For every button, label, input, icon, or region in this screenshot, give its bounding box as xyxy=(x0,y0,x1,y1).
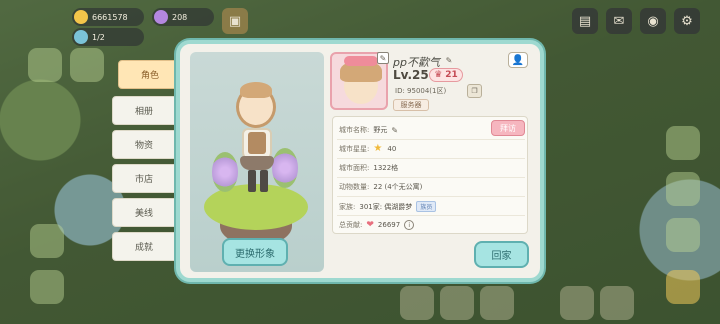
coin-icon xyxy=(74,10,88,24)
edit-city-name-icon[interactable]: ✎ xyxy=(391,126,398,135)
tab-character[interactable]: 角色 xyxy=(118,60,182,89)
tools-icon[interactable] xyxy=(30,224,64,258)
chest-button[interactable]: ▣ xyxy=(222,8,248,34)
divider xyxy=(337,177,525,178)
divider xyxy=(337,196,525,197)
city-name-label: 城市名称: xyxy=(339,126,370,134)
stamina-value: 1/2 xyxy=(92,32,105,42)
tab-label: 角色 xyxy=(140,71,159,81)
contribution-row: 总贡献: ❤ 26697 i xyxy=(339,219,415,230)
camera-icon[interactable]: ◉ xyxy=(640,8,666,34)
dock-icon[interactable] xyxy=(440,286,474,320)
star-icon: ★ xyxy=(373,143,383,154)
tab-achievements[interactable]: 成就 xyxy=(112,232,176,261)
family-value: 301家: 偶湖爵梦 xyxy=(359,202,413,211)
portrait-bow xyxy=(344,56,378,66)
coin-counter: 6661578 xyxy=(72,8,144,26)
avatar-hair xyxy=(240,82,272,98)
right-menu-icon[interactable] xyxy=(666,270,700,304)
heart-icon: ❤ xyxy=(366,219,374,230)
dock-icon[interactable] xyxy=(560,286,594,320)
grass-island xyxy=(204,184,308,230)
crown-icon: ♛ xyxy=(434,70,443,80)
dock-icon[interactable] xyxy=(400,286,434,320)
shop-icon[interactable] xyxy=(30,270,64,304)
animals-value: 22 (4个无公寓) xyxy=(373,183,423,191)
gem-value: 208 xyxy=(172,12,188,22)
tab-label: 美线 xyxy=(134,209,153,219)
animals-row: 动物数量: 22 (4个无公寓) xyxy=(339,182,422,192)
city-area-label: 城市面积: xyxy=(339,164,370,172)
rank-value: 21 xyxy=(445,70,458,80)
divider xyxy=(337,215,525,216)
gem-icon xyxy=(154,10,168,24)
family-label: 家族: xyxy=(339,202,356,211)
coin-value: 6661578 xyxy=(92,12,128,22)
contribution-label: 总贡献: xyxy=(339,221,363,229)
edit-portrait-icon[interactable]: ✎ xyxy=(377,52,389,64)
mail-icon[interactable]: ✉ xyxy=(606,8,632,34)
left-menu-icon[interactable] xyxy=(28,48,62,82)
divider xyxy=(337,139,525,140)
gem-counter: 208 xyxy=(152,8,214,26)
player-uid: ID: 95004(1区) xyxy=(395,87,447,95)
city-area-row: 城市面积: 1322格 xyxy=(339,163,398,173)
right-menu-icon[interactable] xyxy=(666,218,700,252)
dock-icon[interactable] xyxy=(600,286,634,320)
change-appearance-button[interactable]: 更换形象 xyxy=(222,238,288,266)
left-menu-icon[interactable] xyxy=(70,48,104,82)
city-name-row: 城市名称: 野元 ✎ xyxy=(339,125,398,135)
change-appearance-label: 更换形象 xyxy=(235,248,275,260)
lavender-bush xyxy=(212,152,238,192)
server-badge: 服务器 xyxy=(393,99,429,111)
city-name-value: 野元 xyxy=(373,126,388,134)
tab-supplies[interactable]: 物资 xyxy=(112,130,176,159)
add-friend-icon[interactable]: 👤 xyxy=(508,52,528,68)
tab-label: 成就 xyxy=(134,243,153,253)
edit-name-icon[interactable]: ✎ xyxy=(443,54,455,66)
copy-id-icon[interactable]: ❐ xyxy=(467,84,482,98)
settings-gear-icon[interactable]: ⚙ xyxy=(674,8,700,34)
city-stars-row: 城市星星: ★ 40 xyxy=(339,144,396,154)
family-role-tag: 族员 xyxy=(416,201,437,212)
tab-label: 相册 xyxy=(134,107,153,117)
divider xyxy=(337,158,525,159)
player-level: Lv.25 xyxy=(393,68,429,82)
lavender-bush xyxy=(272,148,298,188)
info-icon[interactable]: i xyxy=(404,220,415,230)
right-menu-icon[interactable] xyxy=(666,126,700,160)
go-home-label: 回家 xyxy=(491,251,512,262)
visit-label: 拜访 xyxy=(500,123,516,133)
tab-label: 市店 xyxy=(134,175,153,185)
tab-store[interactable]: 市店 xyxy=(112,164,176,193)
tab-beauty[interactable]: 美线 xyxy=(112,198,176,227)
city-stars-label: 城市星星: xyxy=(339,145,370,153)
stamina-icon xyxy=(74,30,88,44)
avatar-skirt xyxy=(240,156,274,170)
city-area-value: 1322格 xyxy=(373,164,399,172)
bag-icon[interactable]: ▤ xyxy=(572,8,598,34)
city-stars-value: 40 xyxy=(387,145,397,153)
tab-album[interactable]: 相册 xyxy=(112,96,176,125)
contribution-value: 26697 xyxy=(377,221,401,229)
avatar-vest xyxy=(248,132,266,154)
rank-badge: ♛ 21 xyxy=(429,68,463,82)
dock-icon[interactable] xyxy=(480,286,514,320)
tab-label: 物资 xyxy=(134,141,153,151)
right-menu-icon[interactable] xyxy=(666,172,700,206)
family-row: 家族: 301家: 偶湖爵梦 族员 xyxy=(339,201,437,212)
animals-label: 动物数量: xyxy=(339,183,370,191)
avatar-leg xyxy=(248,170,256,192)
visit-button[interactable]: 拜访 xyxy=(491,120,525,136)
go-home-button[interactable]: 回家 xyxy=(474,241,529,268)
avatar-leg xyxy=(260,170,268,192)
stamina-counter: 1/2 xyxy=(72,28,144,46)
